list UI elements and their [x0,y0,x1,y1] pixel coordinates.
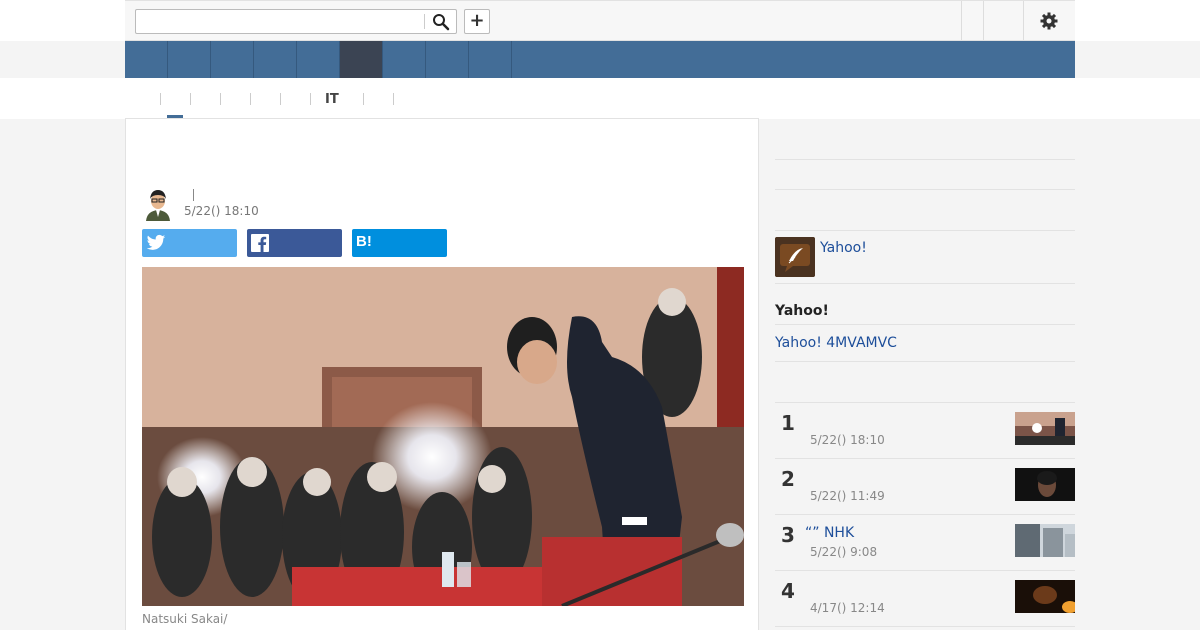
facebook-icon [251,234,269,252]
yahoo-link[interactable]: Yahoo! [820,240,867,256]
topbar-divider [1023,1,1024,40]
sidebar-divider [775,283,1075,284]
main-nav [125,41,1075,78]
subnav-separator [160,93,161,105]
rank-thumbnail[interactable] [1015,580,1075,613]
top-bar-inner: + [125,0,1075,41]
nav-item[interactable] [125,41,168,78]
sidebar-divider [775,230,1075,231]
ranking-item[interactable]: 3 “” NHK 5/22() 9:08 [775,515,1075,571]
nav-item[interactable] [297,41,340,78]
ranking-item[interactable]: 4 4/17() 12:14 [775,571,1075,627]
article-photo[interactable] [142,267,744,606]
nav-item[interactable] [254,41,297,78]
yahoo-sub-link[interactable]: Yahoo! 4MVAMVC [775,335,897,351]
subnav-separator [310,93,311,105]
rank-number: 4 [781,579,795,603]
author-avatar[interactable] [143,187,173,221]
search-input[interactable] [136,10,424,33]
nav-item[interactable] [426,41,469,78]
subnav-separator [393,93,394,105]
rank-title[interactable]: “” NHK [805,525,854,541]
yahoo-news-icon[interactable] [775,237,815,277]
hatena-bookmark-button[interactable]: B! [352,229,447,257]
rank-number: 2 [781,467,795,491]
search-box[interactable] [135,9,457,34]
rank-date: 5/22() 9:08 [810,545,878,559]
article: 5/22() 18:10 B! Natsuki Sakai/ [125,118,759,630]
plus-button[interactable]: + [464,9,490,34]
rank-thumbnail[interactable] [1015,524,1075,557]
hatena-label: B! [356,233,372,250]
rank-number: 3 [781,523,795,547]
rank-thumbnail[interactable] [1015,468,1075,501]
sidebar-divider [775,361,1075,362]
top-bar: + [0,0,1200,41]
subnav-separator [220,93,221,105]
twitter-icon [146,234,166,250]
topbar-divider [961,1,962,40]
sidebar-divider [775,189,1075,190]
ranking-item[interactable]: 2 5/22() 11:49 [775,459,1075,515]
sub-nav: IT [0,78,1200,119]
nav-item[interactable] [168,41,211,78]
ranking-divider [775,626,1075,627]
byline-separator [193,189,194,201]
article-date: 5/22() 18:10 [184,204,259,218]
twitter-share-button[interactable] [142,229,237,257]
nav-item[interactable] [469,41,512,78]
search-divider [424,14,425,29]
subnav-separator [250,93,251,105]
sidebar-divider [775,159,1075,160]
rank-date: 5/22() 18:10 [810,433,885,447]
facebook-share-button[interactable] [247,229,342,257]
rank-date: 4/17() 12:14 [810,601,885,615]
subnav-separator [280,93,281,105]
search-icon[interactable] [432,13,450,31]
rank-thumbnail[interactable] [1015,412,1075,445]
sidebar-divider [775,324,1075,325]
subnav-separator [363,93,364,105]
yahoo-heading: Yahoo! [775,303,829,319]
subnav-separator [190,93,191,105]
topbar-divider [983,1,984,40]
ranking-item[interactable]: 1 5/22() 18:10 [775,403,1075,459]
nav-item[interactable] [211,41,254,78]
gear-icon[interactable] [1039,11,1059,31]
nav-item[interactable] [383,41,426,78]
subnav-item-it[interactable]: IT [325,92,339,107]
photo-caption: Natsuki Sakai/ [142,612,228,626]
nav-item-active[interactable] [340,41,383,78]
rank-number: 1 [781,411,795,435]
rank-date: 5/22() 11:49 [810,489,885,503]
